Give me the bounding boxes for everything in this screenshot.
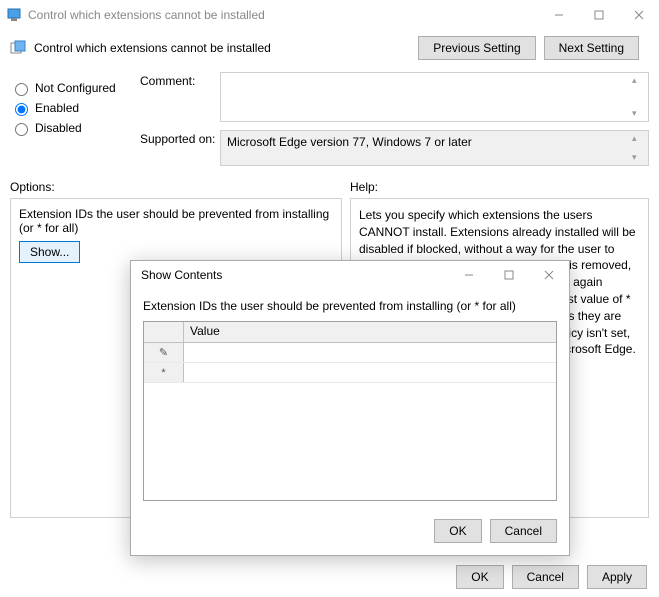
supported-label: Supported on:	[140, 130, 220, 146]
dialog-caption: Extension IDs the user should be prevent…	[143, 299, 557, 313]
radio-enabled-input[interactable]	[15, 103, 28, 116]
main-apply-button[interactable]: Apply	[587, 565, 647, 589]
header-row: Control which extensions cannot be insta…	[0, 30, 659, 66]
radio-disabled[interactable]: Disabled	[10, 120, 140, 136]
grid-row-marker-edit: ✎	[144, 343, 184, 362]
grid-row[interactable]: ✎	[144, 343, 556, 363]
minimize-button[interactable]	[539, 0, 579, 30]
dialog-close-button[interactable]	[529, 260, 569, 290]
supported-scroll: ▴▾	[632, 131, 646, 165]
radio-enabled-label: Enabled	[35, 101, 79, 115]
comment-scroll[interactable]: ▴▾	[632, 73, 646, 121]
radio-not-configured[interactable]: Not Configured	[10, 80, 140, 96]
options-caption: Extension IDs the user should be prevent…	[19, 207, 333, 235]
dialog-cancel-button[interactable]: Cancel	[490, 519, 557, 543]
dialog-footer: OK Cancel	[131, 511, 569, 555]
grid-corner	[144, 322, 184, 342]
close-button[interactable]	[619, 0, 659, 30]
dialog-ok-button[interactable]: OK	[434, 519, 481, 543]
maximize-button[interactable]	[579, 0, 619, 30]
next-setting-button[interactable]: Next Setting	[544, 36, 639, 60]
grid-value-input-0[interactable]	[188, 344, 552, 358]
radio-enabled[interactable]: Enabled	[10, 100, 140, 116]
policy-icon	[10, 40, 26, 56]
show-contents-dialog: Show Contents Extension IDs the user sho…	[130, 260, 570, 556]
supported-on-box: Microsoft Edge version 77, Windows 7 or …	[220, 130, 649, 166]
config-state-radios: Not Configured Enabled Disabled	[10, 72, 140, 174]
app-icon	[6, 7, 22, 23]
previous-setting-button[interactable]: Previous Setting	[418, 36, 535, 60]
grid-row[interactable]: *	[144, 363, 556, 383]
main-titlebar: Control which extensions cannot be insta…	[0, 0, 659, 30]
main-cancel-button[interactable]: Cancel	[512, 565, 579, 589]
values-grid[interactable]: Value ✎ *	[143, 321, 557, 501]
main-ok-button[interactable]: OK	[456, 565, 503, 589]
grid-column-header: Value	[184, 322, 556, 342]
header-title: Control which extensions cannot be insta…	[34, 41, 418, 55]
comment-textarea[interactable]: ▴▾	[220, 72, 649, 122]
dialog-maximize-button[interactable]	[489, 260, 529, 290]
comment-label: Comment:	[140, 72, 220, 88]
grid-value-input-1[interactable]	[188, 364, 552, 378]
main-window-title: Control which extensions cannot be insta…	[28, 8, 539, 22]
help-section-label: Help:	[350, 180, 378, 194]
radio-disabled-label: Disabled	[35, 121, 82, 135]
options-section-label: Options:	[10, 180, 350, 194]
grid-row-marker-new: *	[144, 363, 184, 382]
dialog-minimize-button[interactable]	[449, 260, 489, 290]
radio-disabled-input[interactable]	[15, 123, 28, 136]
supported-on-text: Microsoft Edge version 77, Windows 7 or …	[227, 135, 472, 149]
radio-not-configured-input[interactable]	[15, 83, 28, 96]
show-button[interactable]: Show...	[19, 241, 80, 263]
dialog-titlebar: Show Contents	[131, 261, 569, 289]
radio-not-configured-label: Not Configured	[35, 81, 116, 95]
main-footer-buttons: OK Cancel Apply	[456, 565, 647, 589]
dialog-title: Show Contents	[141, 268, 449, 282]
